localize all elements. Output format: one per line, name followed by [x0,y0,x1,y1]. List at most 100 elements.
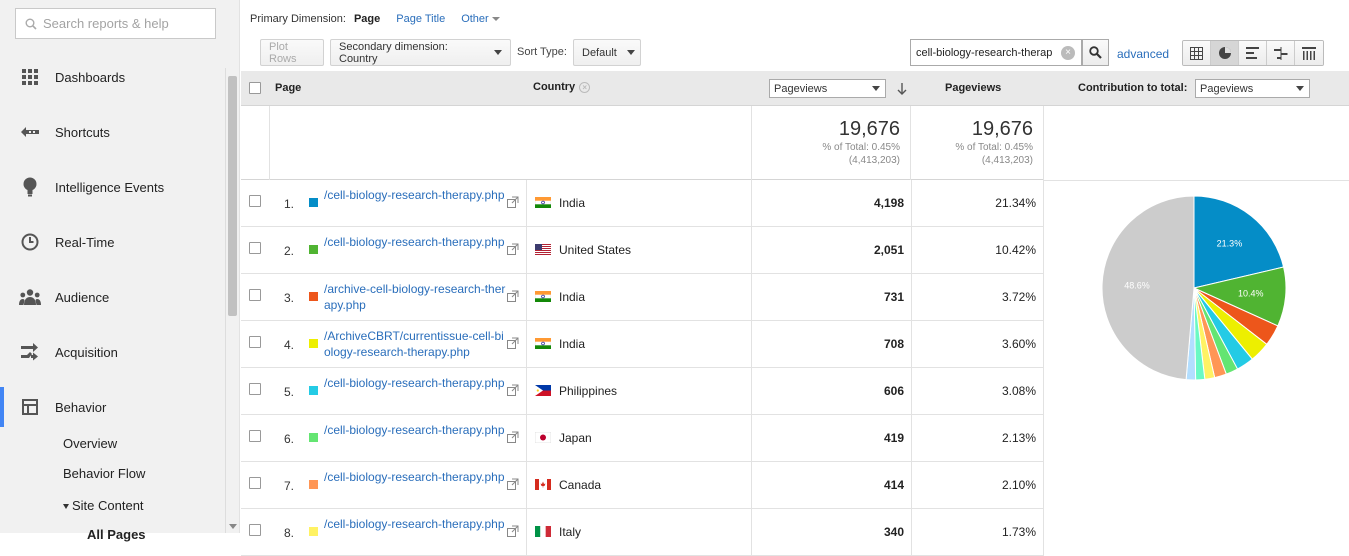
nav-audience[interactable]: Audience [0,277,224,317]
pie-view-button[interactable] [1211,41,1239,65]
sidebar-scrollbar[interactable] [225,68,238,533]
pie-slice-label: 48.6% [1124,281,1150,291]
sidebar: Dashboards Shortcuts Intelligence Events… [0,0,240,542]
external-link-icon[interactable] [507,243,519,255]
row-percent: 1.73% [1001,525,1036,539]
people-icon [19,286,41,308]
contribution-select[interactable]: Pageviews [1195,79,1310,98]
row-page-link[interactable]: /cell-biology-research-therapy.php [324,375,506,391]
filter-input[interactable] [916,46,1061,59]
pivot-view-button[interactable] [1295,41,1323,65]
row-page-link[interactable]: /cell-biology-research-therapy.php [324,469,506,485]
sort-descending-icon[interactable] [897,83,907,95]
table-row: 7. /cell-biology-research-therapy.php Ca… [241,462,1044,509]
flag-icon [535,338,551,349]
country-cell: Japan [526,415,752,461]
row-page-link[interactable]: /cell-biology-research-therapy.php [324,422,506,438]
row-page-link[interactable]: /cell-biology-research-therapy.php [324,516,506,532]
filter-box[interactable]: × [910,39,1082,66]
dimension-other[interactable]: Other [461,13,500,25]
dimension-page[interactable]: Page [354,13,380,25]
search-icon [1089,46,1102,59]
row-checkbox[interactable] [249,195,261,207]
flag-icon [535,291,551,302]
external-link-icon[interactable] [507,525,519,537]
row-checkbox[interactable] [249,336,261,348]
remove-dimension-icon[interactable]: × [579,81,591,93]
plot-rows-button[interactable]: Plot Rows [260,39,324,66]
totals-total: (4,413,203) [981,155,1033,166]
filter-search-button[interactable] [1082,39,1109,66]
pie-chart: 21.3% 10.4% 48.6% [1101,195,1287,381]
nav-acquisition[interactable]: Acquisition [0,332,224,372]
advanced-link[interactable]: advanced [1117,47,1169,61]
nav-intelligence-events[interactable]: Intelligence Events [0,167,224,207]
row-checkbox[interactable] [249,289,261,301]
metric-select[interactable]: Pageviews [769,79,886,98]
table-row: 3. /archive-cell-biology-research-therap… [241,274,1044,321]
bar-view-button[interactable] [1239,41,1267,65]
row-country: Canada [559,478,602,492]
select-all-checkbox[interactable] [249,82,261,94]
secondary-dimension-label: Secondary dimension: Country [339,40,448,65]
totals-value: 19,676 [838,118,900,140]
external-link-icon[interactable] [507,196,519,208]
nav-real-time[interactable]: Real-Time [0,222,224,262]
search-input[interactable] [43,16,203,31]
table-row: 1. /cell-biology-research-therapy.php In… [241,180,1044,227]
table-row: 4. /ArchiveCBRT/currentissue-cell-biolog… [241,321,1044,368]
row-checkbox[interactable] [249,430,261,442]
external-link-icon[interactable] [507,384,519,396]
nav-shortcuts[interactable]: Shortcuts [0,112,224,152]
country-cell: India [526,180,752,226]
row-country: India [559,337,586,351]
row-checkbox[interactable] [249,383,261,395]
external-link-icon[interactable] [507,337,519,349]
dimension-page-title[interactable]: Page Title [396,13,445,25]
toolbar: Plot Rows Secondary dimension: Country S… [241,35,1349,71]
sort-type-dropdown[interactable]: Default [573,39,641,66]
external-link-icon[interactable] [507,478,519,490]
nav-dashboards[interactable]: Dashboards [0,57,224,97]
table-header: Page Country × Pageviews Pageviews Contri… [241,71,1349,106]
comparison-view-button[interactable] [1267,41,1295,65]
row-percent: 3.08% [1001,384,1036,398]
row-percent: 21.34% [995,196,1036,210]
table-view-button[interactable] [1183,41,1211,65]
scroll-down-icon[interactable] [229,524,237,529]
clear-icon[interactable]: × [1061,45,1075,60]
search-icon [25,18,37,30]
view-toggle [1182,40,1324,66]
sort-type-label: Sort Type: [517,46,567,58]
scrollbar-thumb[interactable] [228,76,237,316]
sub-overview[interactable]: Overview [63,436,117,451]
sub-all-pages[interactable]: All Pages [87,527,146,542]
row-pageviews: 4,198 [873,196,904,210]
pie-slice-label: 10.4% [1238,289,1264,299]
row-checkbox[interactable] [249,524,261,536]
row-page-link[interactable]: /cell-biology-research-therapy.php [324,187,506,203]
header-page[interactable]: Page [275,82,301,94]
flag-icon [535,432,551,443]
nav-label: Audience [55,289,110,305]
row-percent: 3.72% [1001,290,1036,304]
row-page-link[interactable]: /cell-biology-research-therapy.php [324,234,506,250]
row-checkbox[interactable] [249,477,261,489]
search-box[interactable] [15,8,216,39]
sub-site-content[interactable]: Site Content [63,498,144,513]
row-pageviews: 708 [883,337,904,351]
sub-behavior-flow[interactable]: Behavior Flow [63,466,145,481]
row-page-link[interactable]: /archive-cell-biology-research-therapy.p… [324,281,506,313]
nav-label: Acquisition [55,344,118,360]
flag-icon [535,244,551,255]
header-country[interactable]: Country × [533,81,591,93]
nav-behavior[interactable]: Behavior [0,387,224,427]
acquisition-icon [19,341,41,363]
external-link-icon[interactable] [507,290,519,302]
external-link-icon[interactable] [507,431,519,443]
header-pageviews[interactable]: Pageviews [945,82,1001,94]
row-country: India [559,290,586,304]
secondary-dimension-dropdown[interactable]: Secondary dimension: Country [330,39,511,66]
row-page-link[interactable]: /ArchiveCBRT/currentissue-cell-biology-r… [324,328,506,360]
row-checkbox[interactable] [249,242,261,254]
